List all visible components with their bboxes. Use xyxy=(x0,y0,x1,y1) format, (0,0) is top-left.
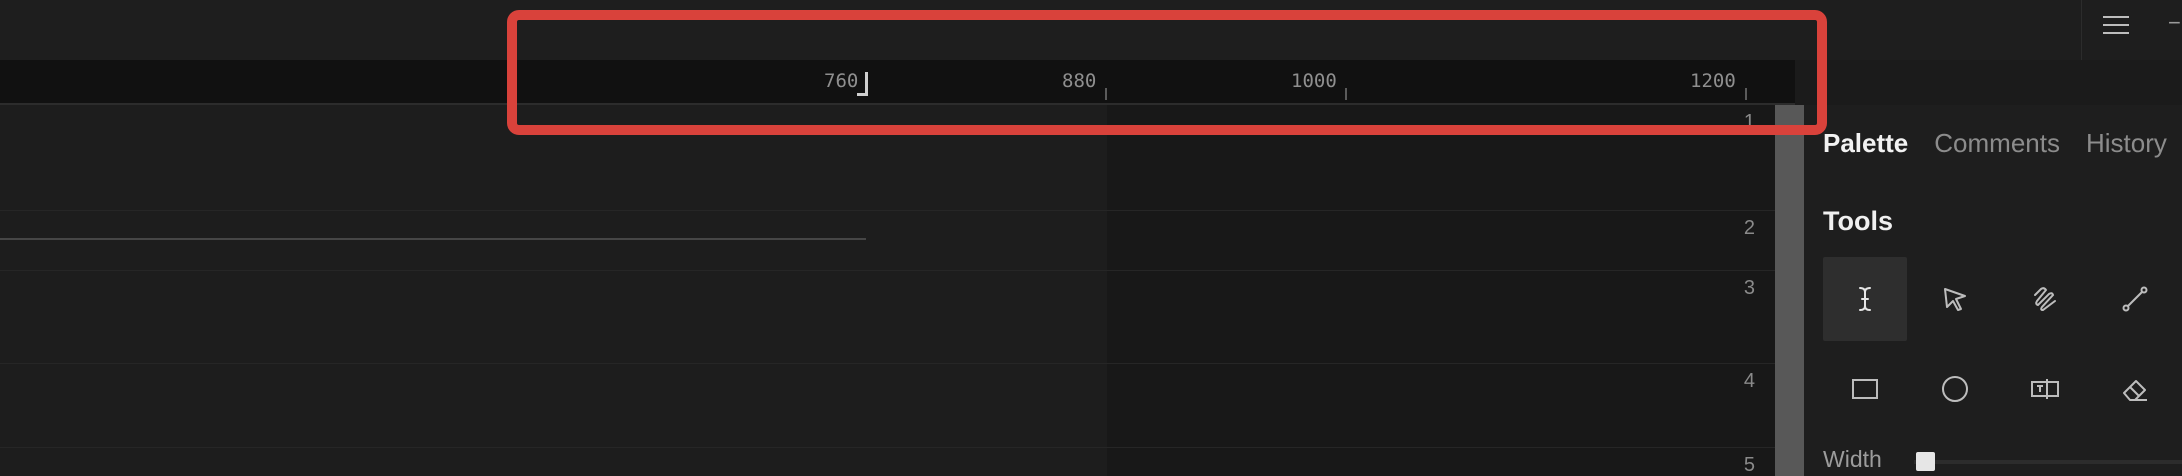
row-separator xyxy=(0,210,1775,211)
text-box-icon xyxy=(2031,379,2059,399)
row-separator xyxy=(0,363,1775,364)
row-separator xyxy=(0,447,1775,448)
freehand-icon xyxy=(2034,287,2056,312)
tab-palette[interactable]: Palette xyxy=(1823,128,1908,159)
text-cursor-tool-button[interactable] xyxy=(1823,257,1907,341)
width-slider-track[interactable] xyxy=(1914,460,2182,464)
row-number: 3 xyxy=(1743,277,1755,299)
pointer-icon xyxy=(1944,288,1966,311)
panel-tabs: Palette Comments History xyxy=(1823,128,2182,159)
width-slider-thumb[interactable] xyxy=(1916,452,1935,471)
text-box-tool-button[interactable] xyxy=(2003,347,2087,431)
eraser-icon xyxy=(2123,380,2147,401)
top-edge-glyph[interactable]: − xyxy=(2168,10,2181,36)
freehand-tool-button[interactable] xyxy=(2003,257,2087,341)
eraser-tool-button[interactable] xyxy=(2093,347,2177,431)
toolbar-divider xyxy=(2081,0,2082,60)
right-side-panel: Palette Comments History Tools Width xyxy=(1804,105,2182,476)
hamburger-menu-icon[interactable] xyxy=(2103,14,2129,36)
line-tool-button[interactable] xyxy=(2093,257,2177,341)
annotation-highlight-box xyxy=(507,10,1827,135)
canvas-margin-region xyxy=(1107,105,1775,476)
row-number: 4 xyxy=(1743,370,1755,392)
rectangle-icon xyxy=(1852,379,1878,399)
tab-comments[interactable]: Comments xyxy=(1934,128,2060,159)
pointer-tool-button[interactable] xyxy=(1913,257,1997,341)
row-number: 5 xyxy=(1743,454,1755,476)
ellipse-tool-button[interactable] xyxy=(1913,347,1997,431)
tab-history[interactable]: History xyxy=(2086,128,2167,159)
text-cursor-icon xyxy=(1859,287,1871,311)
tools-heading: Tools xyxy=(1823,206,1893,236)
document-canvas[interactable]: 1 2 3 4 5 xyxy=(0,105,1775,476)
line-icon xyxy=(2122,286,2148,312)
ellipse-icon xyxy=(1942,376,1968,402)
drawn-line-shape[interactable] xyxy=(0,238,866,240)
row-number: 2 xyxy=(1743,217,1755,239)
rectangle-tool-button[interactable] xyxy=(1823,347,1907,431)
row-separator xyxy=(0,270,1775,271)
width-label: Width xyxy=(1823,446,1882,472)
vertical-scrollbar-thumb[interactable] xyxy=(1775,105,1804,476)
